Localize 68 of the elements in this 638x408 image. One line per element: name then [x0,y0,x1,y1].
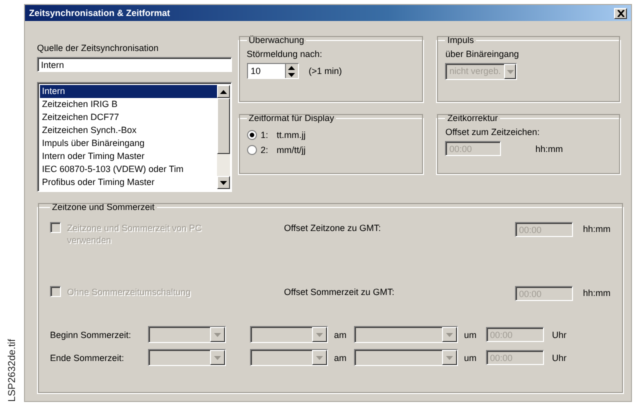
dropdown-button[interactable] [312,327,327,342]
option-label[interactable]: tt.mm.jj [276,130,306,140]
dropdown-button[interactable] [442,350,457,365]
unit-label: Uhr [551,352,567,362]
connector-label: am [334,330,348,340]
connector-label: am [334,352,348,362]
spin-buttons[interactable] [284,64,298,78]
field-label: Offset zum Zeitzeichen: [445,127,541,137]
field-label: Störmeldung nach: [246,49,324,59]
connector-label: um [464,330,478,340]
spin-value: 10 [250,65,262,78]
field-label: Quelle der Zeitsynchronisation [37,43,160,53]
caret-icon [506,70,514,74]
caret-icon [316,356,323,360]
close-icon [616,10,624,16]
up-arrow-icon [220,90,227,94]
scroll-thumb[interactable] [216,98,230,154]
caret-icon [214,356,221,360]
scroll-up-button[interactable] [216,85,230,98]
unit-label: hh:mm [535,144,563,154]
dropdown-button[interactable] [442,327,457,342]
list-item[interactable]: Zeitzeichen Synch.-Box [40,124,217,137]
list-item[interactable]: Zeitzeichen DCF77 [40,111,217,124]
dropdown[interactable] [354,326,458,343]
list-item[interactable]: Intern oder Timing Master [40,150,217,163]
source-field[interactable]: Intern [37,57,232,72]
connector-label: um [464,352,478,362]
option-number: 1: [260,130,270,140]
scroll-down-button[interactable] [216,176,230,189]
caret-icon [316,332,323,336]
field-label: Offset Sommerzeit zu GMT: [284,286,396,297]
window-title: Zeitsynchronisation & Zeitformat [29,8,170,18]
dropdown[interactable] [250,349,328,366]
group-title: Zeitzone und Sommerzeit [51,202,156,212]
caret-icon [214,332,221,336]
scrollbar[interactable] [216,85,230,189]
radio-button[interactable] [246,130,257,140]
up-arrow-icon [288,66,296,70]
dropdown-button[interactable] [312,350,327,365]
caret-icon [446,356,453,360]
list-item[interactable]: IEC 60870-5-103 (VDEW) oder Tim [40,163,217,176]
dropdown[interactable] [250,326,328,343]
dropdown[interactable] [354,349,458,366]
field-label: Beginn Sommerzeit: [50,330,132,340]
field-label: Offset Zeitzone zu GMT: [284,222,382,233]
group-title: Zeitformat für Display [248,113,336,123]
unit-label: hh:mm [582,223,612,234]
group-title: Zeitkorrektur [446,113,499,123]
figure-label: LSP2632de.tif [6,339,18,402]
field-label: Ende Sommerzeit: [50,352,126,362]
caret-icon [446,332,453,336]
down-arrow-icon [220,180,227,184]
close-button[interactable] [614,8,627,18]
radio-button[interactable] [246,145,257,155]
field-label: über Binäreingang [445,49,520,59]
unit-label: (>1 min) [308,66,342,76]
down-arrow-icon [288,72,296,76]
unit-label: hh:mm [582,287,612,298]
spin-box[interactable]: 10 [246,63,299,79]
unit-label: Uhr [551,330,567,340]
list-item[interactable]: Profibus oder Timing Master [40,176,217,189]
option-number: 2: [260,145,270,155]
list-item[interactable]: Intern [40,85,217,98]
list-item[interactable]: Zeitzeichen IRIG B [40,98,217,111]
list-item[interactable]: Impuls über Binäreingang [40,137,217,150]
group-title: Überwachung [248,35,306,45]
option-label[interactable]: mm/tt/jj [276,145,306,155]
group-title: Impuls [446,35,475,45]
